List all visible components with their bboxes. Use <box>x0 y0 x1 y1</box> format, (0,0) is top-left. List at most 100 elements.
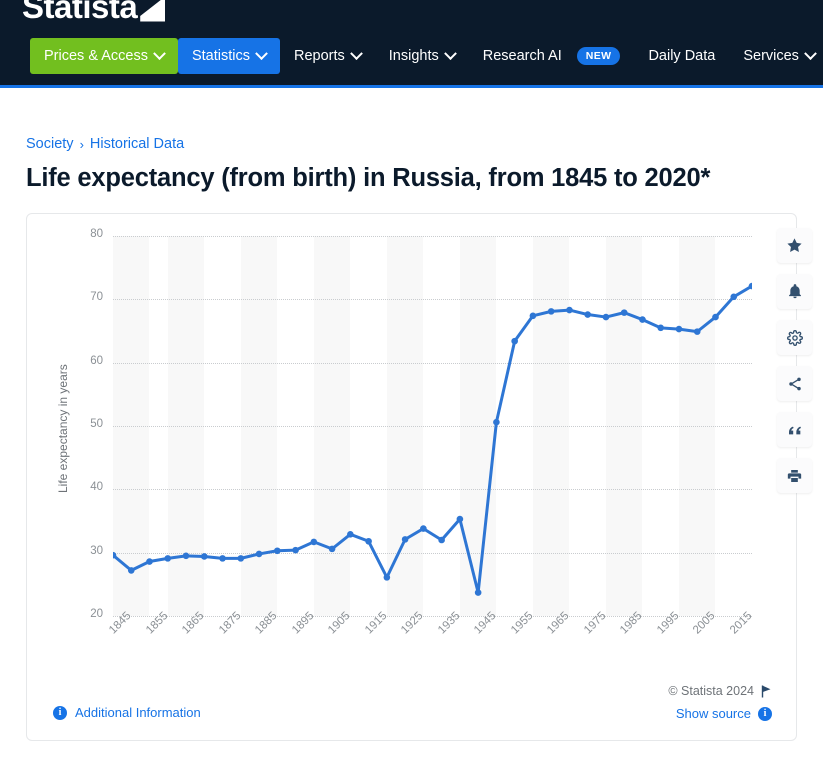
data-point[interactable] <box>493 418 500 426</box>
data-point[interactable] <box>584 311 591 318</box>
y-axis-tick-label: 20 <box>90 608 103 620</box>
y-axis-tick-label: 70 <box>90 291 103 304</box>
plot-area <box>113 236 752 617</box>
chart-card: Life expectancy in years 20 30 40 50 60 70 80 … <box>26 213 812 741</box>
favorite-star-icon <box>786 237 803 254</box>
data-point[interactable] <box>547 308 555 315</box>
data-point[interactable] <box>328 545 336 553</box>
data-point[interactable] <box>127 567 135 574</box>
series-line <box>113 284 752 595</box>
y-axis-tick-label: 30 <box>90 544 103 557</box>
main-navigation: Prices & Access Statistics Reports Insights… <box>30 38 823 74</box>
print-icon <box>786 468 803 484</box>
data-point[interactable] <box>420 525 427 532</box>
copyright-label: © Statista 2024 <box>668 684 754 698</box>
breadcrumb-item-historical-data[interactable]: Historical Data <box>90 136 184 152</box>
chevron-down-icon <box>804 46 817 60</box>
line-series <box>113 282 752 596</box>
statista-logo[interactable]: Statista <box>22 0 166 26</box>
data-point[interactable] <box>146 558 153 565</box>
data-point[interactable] <box>730 293 738 301</box>
chevron-down-icon <box>443 46 457 60</box>
data-point[interactable] <box>712 313 719 321</box>
data-point[interactable] <box>310 538 318 546</box>
additional-information-label: Additional Information <box>75 705 201 720</box>
y-axis-tick-label: 80 <box>90 228 103 240</box>
data-point[interactable] <box>620 309 628 316</box>
data-point[interactable] <box>566 306 573 314</box>
nav-item-daily-data[interactable]: Daily Data <box>634 38 729 74</box>
y-axis-tick-label: 40 <box>90 481 103 494</box>
breadcrumb: Society › Historical Data <box>26 136 797 152</box>
share-icon <box>787 376 803 392</box>
data-point[interactable] <box>693 328 701 335</box>
notification-bell-icon <box>787 283 803 300</box>
data-point[interactable] <box>639 316 646 323</box>
gridline <box>113 616 752 617</box>
favorite-star-button[interactable] <box>777 228 812 263</box>
chart-area: Life expectancy in years 20 30 40 50 60 70 80 … <box>27 214 798 684</box>
copyright-line: © Statista 2024 <box>668 684 772 698</box>
data-point[interactable] <box>529 312 537 320</box>
citation-quote-icon <box>787 423 803 437</box>
page-title: Life expectancy (from birth) in Russia, … <box>26 164 711 192</box>
settings-gear-button[interactable] <box>777 320 812 355</box>
chart-card-footer: i Additional Information © Statista 2024… <box>27 682 798 740</box>
nav-item-label: Services <box>743 48 799 64</box>
data-point[interactable] <box>255 550 263 558</box>
nav-item-label: Statistics <box>191 48 250 64</box>
data-point[interactable] <box>200 553 208 560</box>
nav-item-statistics[interactable]: Statistics <box>177 38 280 74</box>
data-point[interactable] <box>438 536 445 544</box>
nav-item-label: Prices & Access <box>44 48 148 64</box>
data-point[interactable] <box>347 531 354 538</box>
source-info-icon: i <box>758 706 772 721</box>
data-point[interactable] <box>657 324 665 332</box>
data-point[interactable] <box>365 537 372 545</box>
data-point[interactable] <box>237 555 245 562</box>
new-badge: NEW <box>576 47 621 65</box>
print-button[interactable] <box>777 458 812 493</box>
info-icon: i <box>53 705 67 720</box>
data-point[interactable] <box>219 555 226 562</box>
additional-information-button[interactable]: i Additional Information <box>53 705 201 720</box>
data-point[interactable] <box>164 555 172 562</box>
y-axis-tick-label: 50 <box>90 418 103 430</box>
nav-item-label: Reports <box>293 48 345 64</box>
chevron-down-icon <box>153 46 166 60</box>
show-source-button[interactable]: Show source i <box>676 706 772 721</box>
y-axis-tick-label: 60 <box>90 354 103 367</box>
page-content: Society › Historical Data Life expectanc… <box>0 136 823 741</box>
site-header: Statista Prices & Access Statistics Report… <box>0 0 823 88</box>
nav-item-label: Daily Data <box>648 48 716 64</box>
data-point[interactable] <box>274 547 281 555</box>
chart-action-rail <box>777 228 812 493</box>
nav-item-services[interactable]: Services <box>729 38 823 74</box>
x-axis-tick-label: 1845 <box>107 609 134 637</box>
show-source-label: Show source <box>675 706 751 721</box>
nav-item-prices-access[interactable]: Prices & Access <box>30 38 178 74</box>
statista-logo-mark-icon <box>140 0 166 22</box>
chevron-down-icon <box>255 46 268 60</box>
nav-item-label: Research AI <box>482 48 562 64</box>
nav-item-research-ai[interactable]: Research AI NEW <box>469 38 635 74</box>
data-point[interactable] <box>602 313 610 321</box>
data-point[interactable] <box>383 574 391 581</box>
data-point[interactable] <box>511 337 518 345</box>
nav-accent-underline <box>0 85 823 88</box>
breadcrumb-separator: › <box>79 136 84 152</box>
data-point[interactable] <box>401 536 409 543</box>
data-point[interactable] <box>182 552 190 560</box>
citation-quote-button[interactable] <box>777 412 812 447</box>
share-button[interactable] <box>777 366 812 401</box>
data-point[interactable] <box>292 546 299 554</box>
notification-bell-button[interactable] <box>777 274 812 309</box>
nav-item-insights[interactable]: Insights <box>375 38 469 74</box>
data-point[interactable] <box>474 589 482 596</box>
nav-item-reports[interactable]: Reports <box>280 38 375 74</box>
data-point[interactable] <box>456 515 464 523</box>
data-point[interactable] <box>675 325 683 333</box>
settings-gear-icon <box>786 329 803 346</box>
breadcrumb-item-society[interactable]: Society <box>26 136 74 152</box>
flag-icon <box>761 685 771 697</box>
